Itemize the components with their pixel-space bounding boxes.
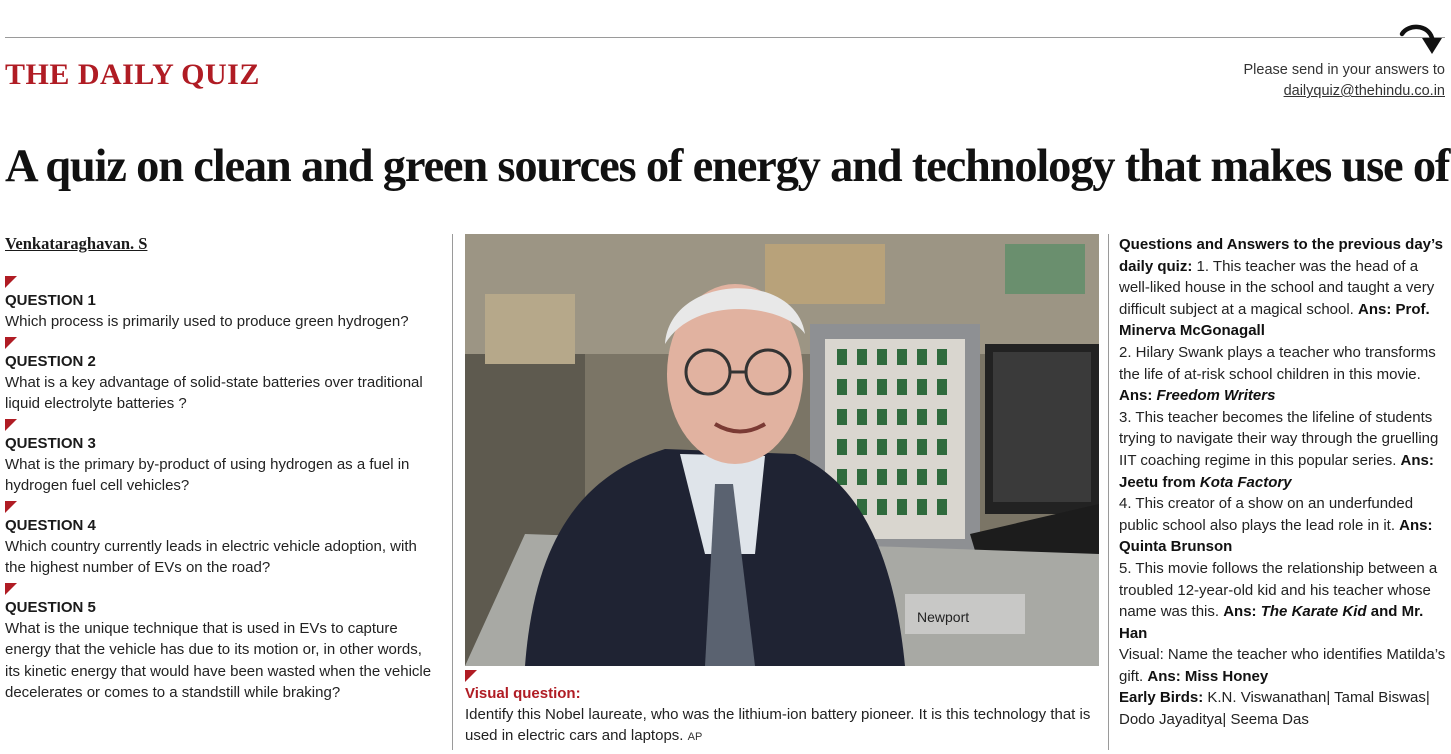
visual-question-body: Identify this Nobel laureate, who was th… <box>465 706 1091 744</box>
question-label: QUESTION 1 <box>5 292 96 309</box>
answer-text: Ans: <box>1223 603 1257 621</box>
curved-arrow-icon <box>1399 24 1442 54</box>
question-text: Which country currently leads in electri… <box>5 537 417 577</box>
triangle-marker-icon <box>5 500 17 513</box>
questions-column: Venkataraghavan. S QUESTION 1 Which proc… <box>5 232 437 704</box>
answer-text: Ans: <box>1119 387 1153 405</box>
question-text: What is the unique technique that is use… <box>5 619 432 702</box>
triangle-marker-icon <box>5 418 17 431</box>
visual-question-photo: Newport <box>465 234 1099 666</box>
photo-credit: AP <box>687 731 703 743</box>
question-item: QUESTION 3 What is the primary by-produc… <box>5 418 437 497</box>
triangle-marker-icon <box>5 336 17 349</box>
question-item: QUESTION 5 What is the unique technique … <box>5 582 437 704</box>
question-text: Which process is primarily used to produ… <box>5 313 409 330</box>
headline: A quiz on clean and green sources of ene… <box>5 141 1451 192</box>
answer-question: 4. This creator of a show on an underfun… <box>1119 495 1414 534</box>
visual-question-label: Visual question: <box>465 685 581 702</box>
answer-title: Kota Factory <box>1199 473 1292 491</box>
question-label: QUESTION 2 <box>5 352 96 370</box>
early-birds-label: Early Birds: <box>1119 689 1204 707</box>
question-item: QUESTION 2 What is a key advantage of so… <box>5 336 437 415</box>
answers-column: Questions and Answers to the previous da… <box>1119 234 1449 731</box>
photo-equipment-label: Newport <box>917 609 969 625</box>
question-text: What is a key advantage of solid-state b… <box>5 373 423 413</box>
byline[interactable]: Venkataraghavan. S <box>5 232 437 256</box>
visual-question: Visual question: Identify this Nobel lau… <box>465 670 1099 748</box>
answer-title: Freedom Writers <box>1156 387 1276 405</box>
column-divider <box>452 234 453 750</box>
question-label: QUESTION 4 <box>5 516 96 534</box>
triangle-marker-icon <box>5 276 17 288</box>
triangle-marker-icon <box>465 670 477 682</box>
question-text: What is the primary by-product of using … <box>5 455 410 495</box>
question-label: QUESTION 3 <box>5 434 96 452</box>
visual-question-text: Identify this Nobel laureate, who was th… <box>465 704 1099 748</box>
email-link[interactable]: dailyquiz@thehindu.co.in <box>1284 81 1445 102</box>
column-divider <box>1108 234 1109 750</box>
send-note: Please send in your answers to dailyquiz… <box>1244 60 1446 102</box>
answer-title: The Karate Kid <box>1260 603 1367 621</box>
section-title: THE DAILY QUIZ <box>5 58 260 91</box>
triangle-marker-icon <box>5 582 17 595</box>
send-note-text: Please send in your answers to <box>1243 62 1446 78</box>
question-item: QUESTION 4 Which country currently leads… <box>5 500 437 579</box>
top-rule <box>5 37 1445 38</box>
question-item: QUESTION 1 Which process is primarily us… <box>5 276 437 333</box>
answer-question: 3. This teacher becomes the lifeline of … <box>1119 408 1439 469</box>
question-label: QUESTION 5 <box>5 598 96 616</box>
answer-text: Ans: Miss Honey <box>1147 667 1269 685</box>
answer-question: 2. Hilary Swank plays a teacher who tran… <box>1119 343 1436 383</box>
